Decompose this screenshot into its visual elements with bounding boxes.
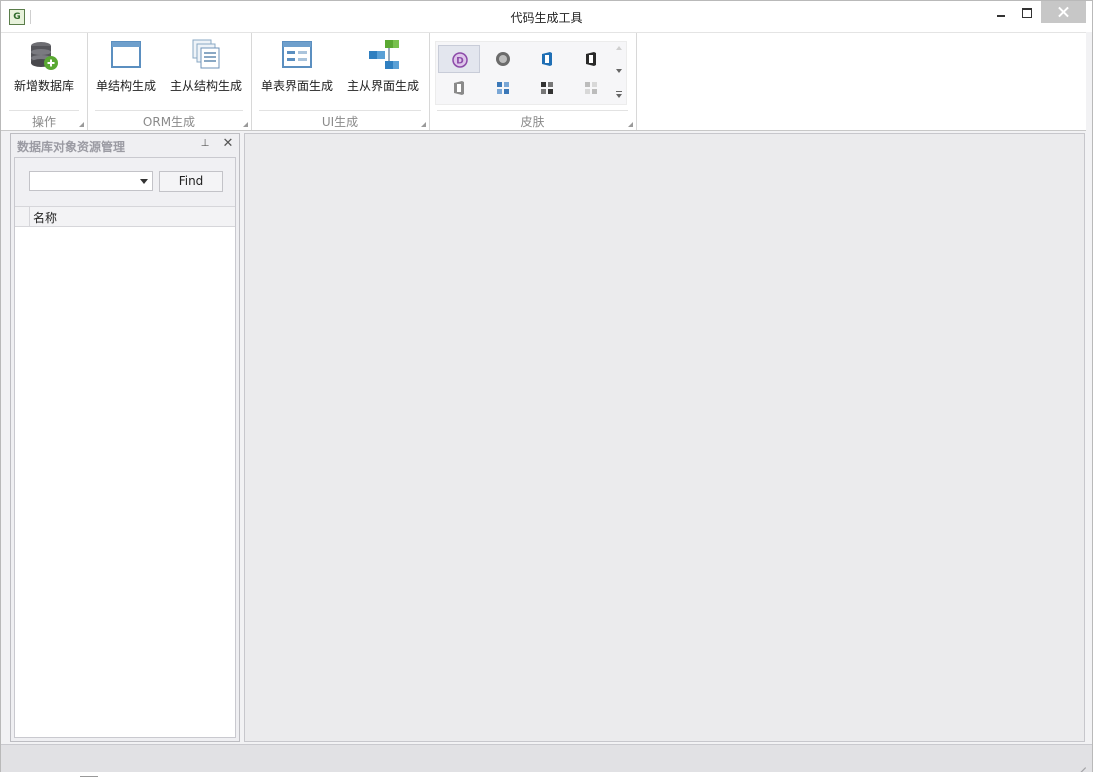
title-bar: G 代码生成工具 (1, 1, 1092, 32)
scroll-down-icon[interactable] (616, 69, 622, 73)
group-caption-operations: 操作 (1, 110, 87, 129)
database-combo[interactable] (29, 171, 153, 191)
group-caption-ui: UI生成 (251, 110, 429, 129)
master-detail-structure-label: 主从结构生成 (169, 79, 242, 93)
master-detail-structure-button[interactable]: 主从结构生成 (167, 39, 245, 99)
skin-dark-tiles-icon (541, 82, 553, 94)
gallery-expand-arrow (616, 94, 622, 98)
svg-text:D: D (456, 57, 463, 67)
window-form-icon (111, 41, 141, 68)
scroll-up-icon[interactable] (616, 46, 622, 50)
skin-item[interactable] (482, 74, 524, 102)
main-window: G 代码生成工具 新增数据库 操作 单结构生成 主从结构生成 ORM生成 单表界… (0, 0, 1093, 772)
ribbon-group-skins: D 皮肤 (429, 33, 637, 130)
skin-light-tiles-icon (585, 82, 597, 94)
panel-content: Find 名称 (14, 157, 236, 738)
desktop-strip (0, 772, 1095, 782)
skin-item[interactable] (570, 74, 612, 102)
skin-office-white-icon (454, 81, 464, 95)
skin-purple-d-icon: D (452, 52, 468, 68)
skin-blue-tiles-icon (497, 82, 509, 94)
skin-office-black-icon (586, 52, 596, 66)
row-indicator-column (15, 207, 30, 226)
ribbon-group-ui: 单表界面生成 主从界面生成 UI生成 (251, 33, 430, 130)
grid-column-name[interactable]: 名称 (33, 209, 57, 226)
group-caption-orm: ORM生成 (87, 110, 251, 129)
stacked-forms-icon (192, 39, 220, 69)
skin-item[interactable] (438, 74, 480, 102)
skin-item[interactable] (526, 45, 568, 73)
maximize-button[interactable] (1015, 1, 1039, 25)
gallery-scroll[interactable] (614, 42, 626, 104)
form-layout-icon (282, 41, 312, 68)
single-structure-label: 单结构生成 (95, 79, 156, 93)
ribbon-group-orm: 单结构生成 主从结构生成 ORM生成 (87, 33, 252, 130)
group-launcher-icon[interactable] (627, 121, 633, 127)
panel-header: 数据库对象资源管理 ⊥ ✕ (11, 134, 239, 156)
minimize-button[interactable] (989, 1, 1013, 25)
find-button[interactable]: Find (159, 171, 223, 192)
status-bar (1, 744, 1092, 772)
add-database-label: 新增数据库 (13, 79, 74, 93)
db-object-explorer-panel: 数据库对象资源管理 ⊥ ✕ Find 名称 (10, 133, 240, 742)
group-caption-skins: 皮肤 (429, 110, 636, 129)
skin-gallery: D (435, 41, 627, 105)
skin-item[interactable] (570, 45, 612, 73)
panel-title: 数据库对象资源管理 (17, 140, 126, 154)
close-button[interactable] (1041, 1, 1086, 23)
skin-item[interactable] (526, 74, 568, 102)
ribbon-group-operations: 新增数据库 操作 (1, 33, 88, 130)
group-launcher-icon[interactable] (420, 121, 426, 127)
master-detail-ui-label: 主从界面生成 (346, 79, 419, 93)
skin-office-blue-icon (542, 52, 552, 66)
skin-item[interactable]: D (438, 45, 480, 73)
pin-icon[interactable]: ⊥ (199, 138, 211, 150)
resize-grip-icon[interactable] (1074, 756, 1086, 768)
database-add-icon (31, 42, 58, 70)
skin-gray-d-icon (496, 52, 510, 66)
chevron-down-icon[interactable] (140, 179, 148, 184)
hierarchy-blocks-icon (369, 40, 399, 69)
group-launcher-icon[interactable] (78, 121, 84, 127)
add-database-button[interactable]: 新增数据库 (5, 39, 83, 99)
skin-item[interactable] (482, 45, 524, 73)
panel-toolbar: Find (15, 158, 235, 206)
document-area (244, 133, 1085, 742)
gallery-expand-icon[interactable] (616, 91, 622, 92)
grid-header: 名称 (15, 206, 235, 227)
panel-close-icon[interactable]: ✕ (221, 137, 235, 151)
group-launcher-icon[interactable] (242, 121, 248, 127)
single-table-ui-label: 单表界面生成 (260, 79, 333, 93)
window-title: 代码生成工具 (510, 11, 583, 25)
master-detail-ui-button[interactable]: 主从界面生成 (343, 39, 423, 99)
single-table-ui-button[interactable]: 单表界面生成 (257, 39, 337, 99)
single-structure-button[interactable]: 单结构生成 (93, 39, 159, 99)
ribbon: 新增数据库 操作 单结构生成 主从结构生成 ORM生成 单表界面生成 主从界面生… (1, 32, 1086, 131)
